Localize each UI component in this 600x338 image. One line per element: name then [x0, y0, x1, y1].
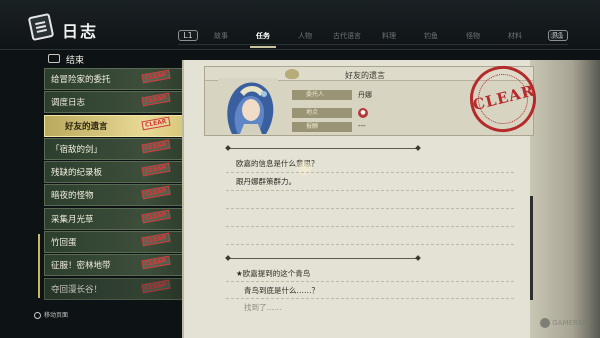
- stick-button-icon: [34, 312, 41, 319]
- tab-story[interactable]: 故事: [200, 28, 242, 44]
- row-value-reward: ---: [358, 122, 366, 130]
- row-value-client: 丹娜: [358, 91, 372, 99]
- quest-item[interactable]: 暗夜的怪物 CLEAR: [44, 184, 195, 207]
- watermark: GAMERSKY: [540, 318, 591, 328]
- journal-icon: [27, 12, 55, 42]
- tab-divider: [178, 44, 568, 45]
- quest-label: 调度日志: [51, 98, 86, 109]
- footer-hint-label: 移动页面: [44, 312, 69, 319]
- clear-stamp-icon: CLEAR: [141, 232, 171, 247]
- quest-label: 竹回蛋: [51, 238, 77, 249]
- quest-item[interactable]: 夺回漫长谷！ CLEAR: [44, 277, 195, 300]
- clear-stamp-icon: CLEAR: [141, 92, 171, 107]
- quest-title: 好友的遗言: [345, 71, 385, 80]
- quest-item[interactable]: 调度日志 CLEAR: [44, 91, 195, 114]
- quest-label: 采集月光草: [51, 214, 94, 225]
- watermark-text: GAMERSKY: [552, 319, 591, 327]
- scroll-icon: [48, 54, 60, 63]
- journal-entry: 青鸟到底是什么……？: [244, 286, 319, 295]
- quest-label: 夺回漫长谷！: [51, 284, 103, 295]
- section-divider: [228, 258, 418, 259]
- quest-item[interactable]: 「宿敌的剑」 CLEAR: [44, 137, 195, 160]
- tab-monsters[interactable]: 怪物: [452, 28, 494, 44]
- clear-stamp-icon: CLEAR: [141, 279, 171, 293]
- bird-icon: [285, 69, 299, 79]
- row-label-client: 委托人: [292, 90, 352, 100]
- ruled-line: [226, 298, 514, 299]
- quest-item-selected[interactable]: 好友的遗言 CLEAR: [44, 114, 195, 137]
- journal-entry: 跟丹娜群策群力。: [236, 177, 296, 186]
- ruled-line: [226, 172, 514, 173]
- clear-stamp-icon: CLEAR: [141, 209, 171, 224]
- quest-item[interactable]: 征服！密林地带 CLEAR: [44, 254, 195, 277]
- quest-label: 残缺的纪录板: [51, 168, 103, 179]
- tab-materials[interactable]: 材料: [494, 28, 536, 44]
- quest-item[interactable]: 给冒险家的委托 CLEAR: [44, 68, 195, 90]
- ruled-line: [226, 190, 514, 191]
- cursor-highlight: [296, 160, 312, 176]
- clear-stamp-icon: CLEAR: [141, 69, 171, 84]
- clear-stamp-icon: CLEAR: [141, 139, 171, 154]
- footer-hint: 移动页面: [34, 310, 68, 319]
- journal-entry: ★欧嘉提到的这个青鸟: [236, 269, 311, 278]
- tab-cooking[interactable]: 料理: [368, 28, 410, 44]
- category-tabs: 故事 任务 人物 古代语言 料理 钓鱼 怪物 材料 装备: [200, 28, 578, 48]
- ruled-line: [226, 281, 514, 282]
- client-portrait: [218, 78, 278, 134]
- quest-list-header: 结束: [44, 52, 184, 66]
- clear-stamp-icon: CLEAR: [141, 186, 171, 200]
- list-scroll-indicator: [38, 234, 40, 298]
- journal-entry: 找到了……: [244, 303, 282, 312]
- tab-equipment[interactable]: 装备: [536, 28, 578, 44]
- quest-label: 给冒险家的委托: [51, 75, 111, 85]
- page-scrollbar[interactable]: [530, 196, 533, 300]
- ruled-line: [226, 244, 514, 245]
- quest-label: 好友的遗言: [65, 121, 108, 132]
- page-title: 日志: [62, 22, 99, 41]
- page-edge: [530, 60, 600, 338]
- ruled-line: [226, 226, 514, 227]
- watermark-logo-icon: [540, 318, 550, 328]
- row-label-location: 地点: [292, 108, 352, 118]
- clear-stamp-icon: CLEAR: [141, 256, 171, 270]
- tab-fishing[interactable]: 钓鱼: [410, 28, 452, 44]
- section-divider: [228, 148, 418, 149]
- tab-characters[interactable]: 人物: [284, 28, 326, 44]
- quest-label: 「宿敌的剑」: [51, 144, 103, 155]
- quest-label: 征服！密林地带: [51, 261, 111, 272]
- quest-item[interactable]: 竹回蛋 CLEAR: [44, 231, 195, 254]
- quest-list-header-label: 结束: [66, 56, 85, 66]
- quest-item[interactable]: 残缺的纪录板 CLEAR: [44, 161, 195, 184]
- row-label-reward: 报酬: [292, 122, 352, 132]
- l1-button[interactable]: L1: [178, 30, 198, 41]
- quest-label: 暗夜的怪物: [51, 191, 94, 202]
- clear-stamp-icon: CLEAR: [141, 116, 171, 130]
- location-marker-icon: ●: [358, 108, 368, 118]
- tab-ancient-language[interactable]: 古代语言: [326, 28, 368, 44]
- clear-stamp-icon: CLEAR: [141, 162, 171, 177]
- top-bar: 日志 L1 R1 故事 任务 人物 古代语言 料理 钓鱼 怪物 材料 装备: [0, 0, 600, 50]
- quest-list: 给冒险家的委托 CLEAR 调度日志 CLEAR 好友的遗言 CLEAR 「宿敌的剑」…: [44, 68, 195, 301]
- tab-quests[interactable]: 任务: [242, 28, 284, 48]
- ruled-line: [226, 208, 514, 209]
- quest-item[interactable]: 采集月光草 CLEAR: [44, 207, 195, 230]
